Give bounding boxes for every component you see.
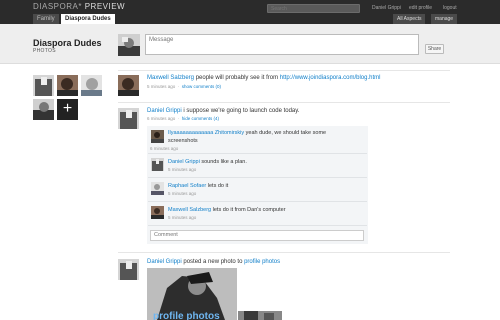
- post-text: posted a new photo to: [183, 259, 243, 265]
- post-time: 6 minutes ago: [147, 116, 176, 121]
- avatar[interactable]: [151, 158, 164, 171]
- post-author[interactable]: Daniel Grippi: [147, 259, 182, 265]
- post-author[interactable]: Daniel Grippi: [147, 108, 182, 114]
- comment-body: Maxwell Salzberg lets do it from Dan's c…: [168, 207, 286, 213]
- member-avatar[interactable]: [81, 75, 102, 96]
- toggle-comments-link[interactable]: hide comments (4): [182, 116, 219, 121]
- member-avatar[interactable]: [33, 99, 54, 120]
- divider: [148, 177, 367, 178]
- comment-body: Raphael Sofaer lets do it: [168, 183, 228, 189]
- post-meta: 6 minutes ago · hide comments (4): [147, 116, 220, 121]
- divider: [118, 252, 450, 253]
- post-body: Maxwell Salzberg people will probably se…: [147, 75, 380, 81]
- member-avatar[interactable]: [33, 75, 54, 96]
- comment-text: screenshots: [168, 138, 198, 144]
- aspect-header: Diaspora Dudes PHOTOS Share: [0, 24, 500, 64]
- manage-tab[interactable]: manage: [431, 14, 458, 24]
- divider: [118, 102, 450, 103]
- comment-text: sounds like a plan.: [201, 159, 247, 165]
- comment-text: yeah dude, we should take some: [245, 130, 327, 136]
- avatar[interactable]: [118, 75, 139, 96]
- posted-photo[interactable]: profile photos: [147, 268, 237, 320]
- brand-logo[interactable]: DIASPORA* PREVIEW: [33, 2, 125, 11]
- post-body: Daniel Grippi posted a new photo to prof…: [147, 259, 280, 265]
- member-avatar[interactable]: [57, 75, 78, 96]
- divider: [148, 201, 367, 202]
- share-button[interactable]: Share: [425, 44, 444, 54]
- comment-text: lets do it from Dan's computer: [212, 207, 286, 213]
- avatar[interactable]: [151, 206, 164, 219]
- edit-profile-link[interactable]: edit profile: [409, 5, 432, 11]
- comment-author[interactable]: Raphael Sofaer: [168, 183, 206, 189]
- post-link[interactable]: http://www.joindiaspora.com/blog.html: [280, 75, 381, 81]
- avatar[interactable]: [118, 108, 139, 129]
- search-input[interactable]: [267, 4, 360, 13]
- comment-input[interactable]: [150, 230, 364, 241]
- comment-author[interactable]: Daniel Grippi: [168, 159, 200, 165]
- plus-icon: +: [62, 100, 73, 117]
- add-member-button[interactable]: +: [57, 99, 78, 120]
- message-input[interactable]: [145, 34, 419, 55]
- divider: [148, 225, 367, 226]
- page-subtitle[interactable]: PHOTOS: [33, 48, 56, 54]
- photo-thumbnail[interactable]: [238, 311, 282, 320]
- post-meta: 5 minutes ago · show comments (0): [147, 84, 222, 89]
- post-text: people will probably see it from: [195, 75, 279, 81]
- post-author[interactable]: Maxwell Salzberg: [147, 75, 194, 81]
- page-title: Diaspora Dudes: [33, 38, 102, 48]
- logout-link[interactable]: logout: [443, 5, 457, 11]
- user-name-link[interactable]: Daniel Grippi: [372, 5, 401, 11]
- comment-body: Ilyaaaaaaaaaaaaa Zhitomirskiy yeah dude,…: [168, 130, 363, 136]
- comment-text: lets do it: [207, 183, 229, 189]
- top-bar: DIASPORA* PREVIEW Daniel Grippi edit pro…: [0, 0, 500, 24]
- comment-author[interactable]: Ilyaaaaaaaaaaaaa Zhitomirskiy: [168, 130, 244, 136]
- comment-time: 5 minutes ago: [168, 191, 197, 196]
- post-body: Daniel Grippi i suppose we're going to l…: [147, 108, 299, 114]
- photo-caption: profile photos: [153, 311, 220, 320]
- avatar[interactable]: [118, 259, 139, 280]
- all-aspects-tab[interactable]: All Aspects: [393, 14, 426, 24]
- avatar[interactable]: [118, 34, 140, 56]
- comment-time: 5 minutes ago: [168, 215, 197, 220]
- avatar[interactable]: [151, 182, 164, 195]
- comment-author[interactable]: Maxwell Salzberg: [168, 207, 211, 213]
- post-time: 5 minutes ago: [147, 84, 176, 89]
- album-link[interactable]: profile photos: [244, 259, 280, 265]
- tab-family[interactable]: Family: [33, 14, 59, 24]
- post-text: i suppose we're going to launch code tod…: [183, 108, 300, 114]
- divider: [118, 70, 450, 71]
- comment-time: 5 minutes ago: [168, 167, 197, 172]
- toggle-comments-link[interactable]: show comments (0): [182, 84, 221, 89]
- avatar[interactable]: [151, 130, 164, 143]
- tab-diaspora-dudes[interactable]: Diaspora Dudes: [61, 14, 115, 24]
- comment-body: Daniel Grippi sounds like a plan.: [168, 159, 247, 165]
- comment-time: 6 minutes ago: [150, 146, 179, 151]
- divider: [148, 153, 367, 154]
